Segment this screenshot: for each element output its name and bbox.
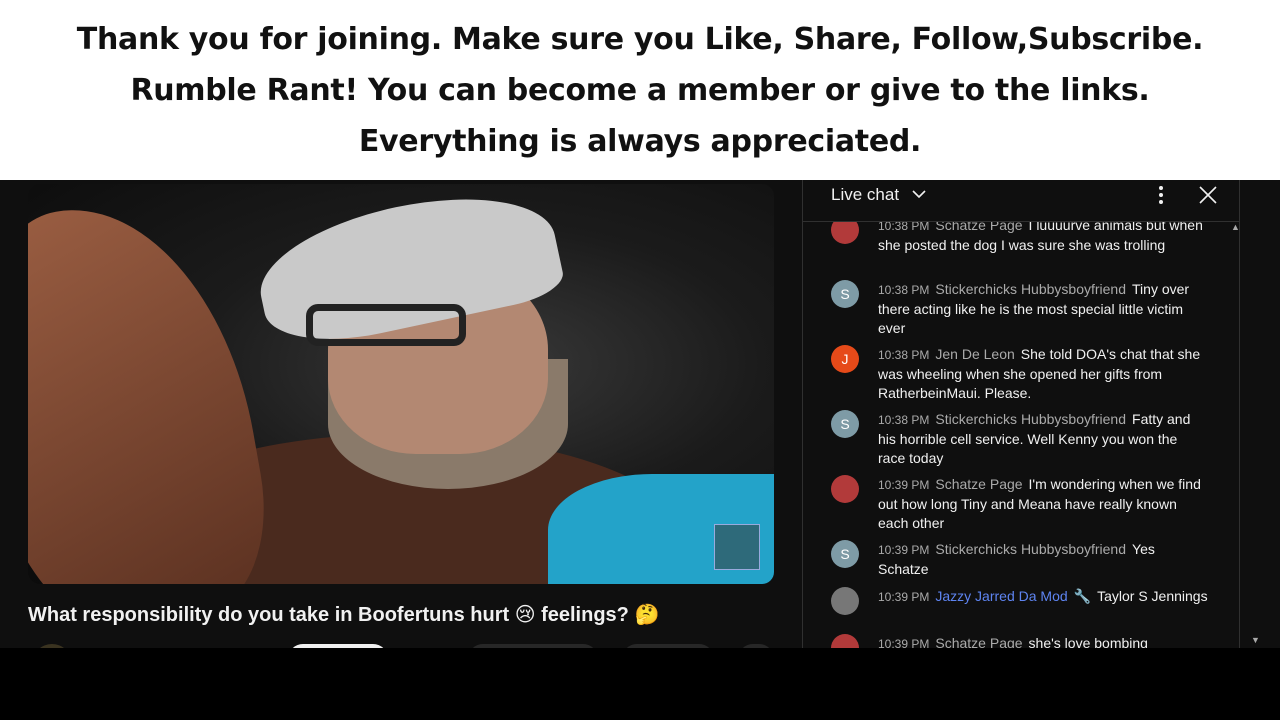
chat-timestamp: 10:38 PM — [878, 222, 930, 233]
more-vert-icon[interactable] — [1155, 184, 1167, 206]
video-frame-arm — [28, 184, 283, 584]
chat-author-avatar[interactable]: S — [831, 410, 859, 438]
chat-timestamp: 10:39 PM — [878, 590, 930, 604]
chat-message-text: she's love bombing — [1028, 635, 1148, 648]
live-chat-panel: Live chat 10:38 PM Schatze Page I luuuurve… — [802, 180, 1260, 648]
chat-message-text: Taylor S Jennings — [1097, 588, 1208, 604]
chat-author-avatar[interactable] — [831, 222, 859, 244]
chat-message-body: 10:39 PM Jazzy Jarred Da Mod 🔧 Taylor S Jen… — [878, 587, 1208, 607]
chat-message-body: 10:39 PM Schatze Page I'm wondering when w… — [878, 475, 1208, 533]
chat-timestamp: 10:39 PM — [878, 637, 930, 648]
chat-message-body: 10:38 PM Schatze Page I luuuurve animals b… — [878, 222, 1208, 255]
chat-author-name[interactable]: Schatze Page — [935, 635, 1022, 648]
chat-message-body: 10:39 PM Schatze Page she's love bombing — [878, 634, 1208, 648]
chat-message-body: 10:38 PM Jen De Leon She told DOA's chat t… — [878, 345, 1208, 403]
chat-timestamp: 10:38 PM — [878, 283, 930, 297]
chat-author-name[interactable]: Schatze Page — [935, 476, 1022, 492]
chat-message-body: 10:38 PM Stickerchicks Hubbysboyfriend Tin… — [878, 280, 1208, 338]
chat-author-name[interactable]: Jen De Leon — [935, 346, 1014, 362]
chat-timestamp: 10:38 PM — [878, 348, 930, 362]
channel-row — [28, 640, 774, 648]
chat-timestamp: 10:39 PM — [878, 543, 930, 557]
chat-header: Live chat — [803, 180, 1240, 222]
chat-author-avatar[interactable]: J — [831, 345, 859, 373]
chat-author-name[interactable]: Jazzy Jarred Da Mod — [935, 588, 1067, 604]
chat-author-name[interactable]: Stickerchicks Hubbysboyfriend — [935, 411, 1126, 427]
video-title: What responsibility do you take in Boofe… — [28, 604, 660, 626]
chat-timestamp: 10:39 PM — [878, 478, 930, 492]
moderator-wrench-icon: 🔧 — [1073, 588, 1092, 604]
chat-message-body: 10:39 PM Stickerchicks Hubbysboyfriend Yes… — [878, 540, 1208, 579]
chat-author-name[interactable]: Stickerchicks Hubbysboyfriend — [935, 541, 1126, 557]
scroll-up-icon[interactable]: ▲ — [1231, 222, 1240, 232]
chat-messages[interactable]: 10:38 PM Schatze Page I luuuurve animals b… — [803, 222, 1240, 648]
chat-author-avatar[interactable] — [831, 475, 859, 503]
chat-author-avatar[interactable]: S — [831, 280, 859, 308]
banner-text: Thank you for joining. Make sure you Lik… — [76, 21, 1204, 159]
chevron-down-icon[interactable] — [911, 186, 927, 202]
chat-author-avatar[interactable]: S — [831, 540, 859, 568]
channel-watermark[interactable] — [714, 524, 760, 570]
top-banner: Thank you for joining. Make sure you Lik… — [0, 0, 1280, 180]
chat-author-avatar[interactable] — [831, 587, 859, 615]
video-player[interactable] — [28, 184, 774, 584]
watch-page: What responsibility do you take in Boofe… — [0, 180, 1280, 648]
video-frame-glasses — [306, 304, 466, 346]
chat-author-avatar[interactable] — [831, 634, 859, 648]
bottom-bar — [0, 648, 1280, 720]
chat-timestamp: 10:38 PM — [878, 413, 930, 427]
close-icon[interactable] — [1197, 184, 1219, 206]
chat-title[interactable]: Live chat — [831, 185, 899, 205]
scroll-down-icon[interactable]: ▼ — [1251, 635, 1260, 645]
chat-author-name[interactable]: Stickerchicks Hubbysboyfriend — [935, 281, 1126, 297]
chat-author-name[interactable]: Schatze Page — [935, 222, 1022, 233]
chat-message-body: 10:38 PM Stickerchicks Hubbysboyfriend Fat… — [878, 410, 1208, 468]
